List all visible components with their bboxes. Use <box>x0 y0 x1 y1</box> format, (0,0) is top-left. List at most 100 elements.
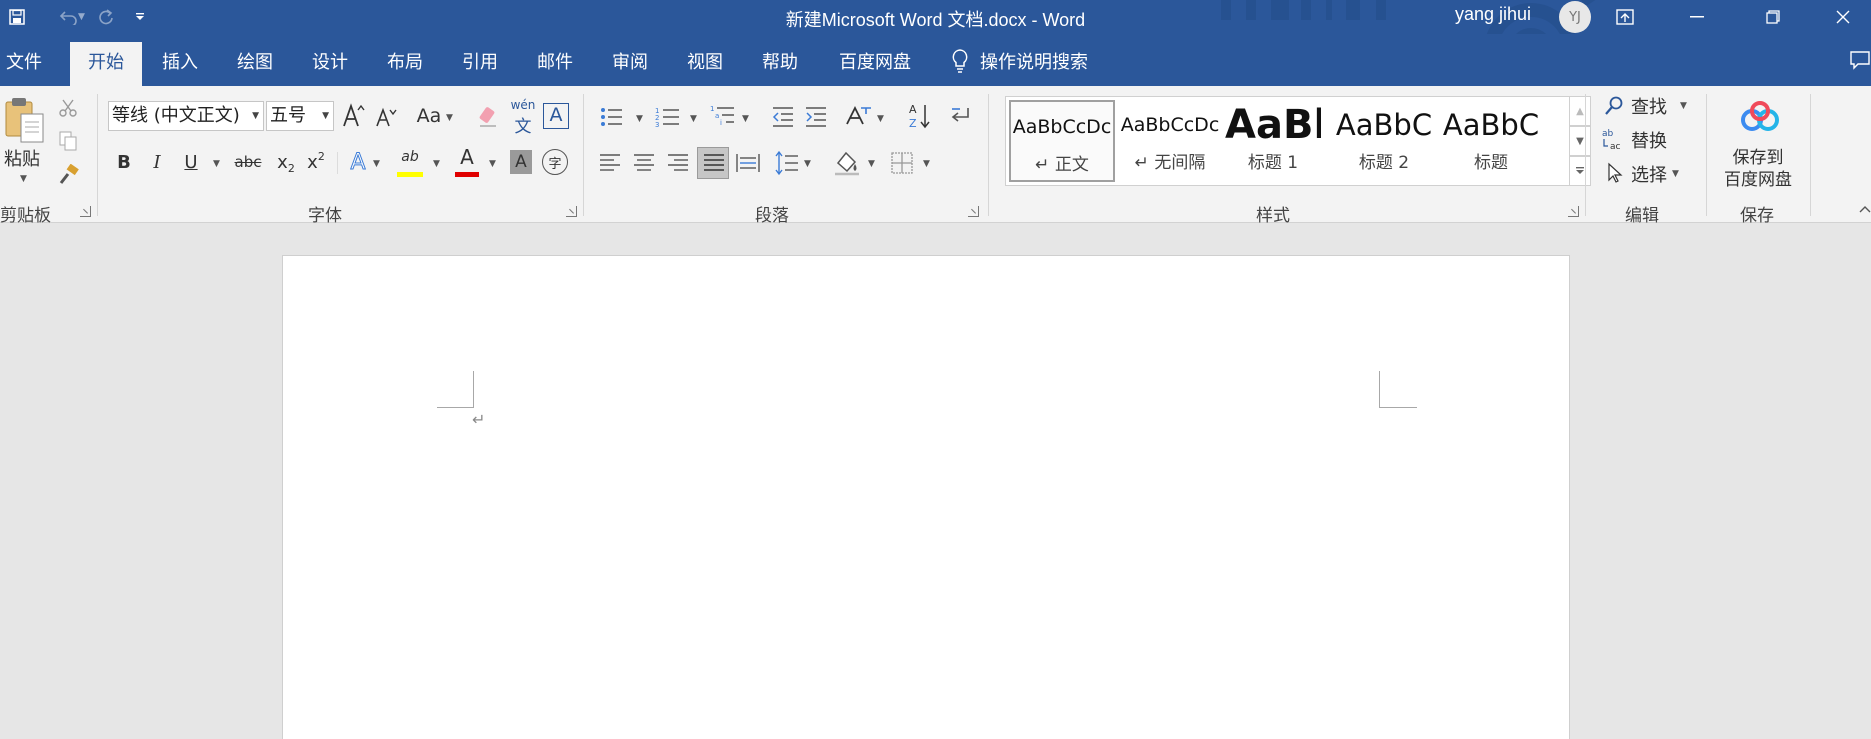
styles-dialog-launcher-icon[interactable] <box>1568 206 1579 217</box>
phonetic-guide-bottom[interactable]: 文 <box>508 112 538 137</box>
chevron-down-icon[interactable]: ▼ <box>742 114 749 124</box>
underline-button[interactable]: U <box>179 148 203 176</box>
copy-icon[interactable] <box>58 130 78 152</box>
grow-font-icon[interactable] <box>341 102 365 128</box>
collapse-ribbon-icon[interactable] <box>1858 204 1871 214</box>
style-heading-2[interactable]: AaBbC 标题 2 <box>1331 100 1437 182</box>
text-effects-button[interactable]: A <box>345 148 371 176</box>
justify-button[interactable] <box>697 147 729 179</box>
chevron-down-icon[interactable]: ▼ <box>433 159 440 169</box>
paste-icon[interactable] <box>3 96 47 146</box>
font-color-button[interactable]: A <box>453 144 481 170</box>
clipboard-dialog-launcher-icon[interactable] <box>80 206 91 217</box>
save-to-netdisk-line1[interactable]: 保存到 <box>1722 144 1794 168</box>
chevron-down-icon[interactable]: ▼ <box>446 113 453 123</box>
find-button[interactable]: 查找 <box>1628 94 1670 118</box>
sort-icon[interactable]: AZ <box>908 102 930 130</box>
character-shading-button[interactable]: A <box>510 150 532 174</box>
search-icon[interactable] <box>1604 96 1624 116</box>
close-icon[interactable] <box>1815 0 1871 34</box>
tab-baidu-netdisk[interactable]: 百度网盘 <box>830 42 920 86</box>
lightbulb-icon[interactable] <box>950 48 970 74</box>
superscript-button[interactable]: x2 <box>302 148 330 176</box>
comments-icon[interactable] <box>1849 50 1871 70</box>
chevron-down-icon[interactable]: ▼ <box>877 114 884 124</box>
restore-icon[interactable] <box>1745 0 1801 34</box>
chevron-down-icon[interactable]: ▼ <box>804 159 811 169</box>
paste-dropdown-icon[interactable]: ▼ <box>20 174 27 184</box>
chevron-down-icon[interactable]: ▼ <box>636 114 643 124</box>
numbering-icon[interactable]: 123 <box>655 106 681 128</box>
tell-me-search[interactable]: 操作说明搜索 <box>980 42 1110 86</box>
paste-button[interactable]: 粘贴 <box>0 146 44 170</box>
minimize-icon[interactable] <box>1669 0 1725 34</box>
replace-button[interactable]: 替换 <box>1628 128 1670 152</box>
tab-layout[interactable]: 布局 <box>375 42 435 86</box>
style-normal[interactable]: AaBbCcDc ↵ 正文 <box>1009 100 1115 182</box>
shading-icon[interactable] <box>833 149 861 177</box>
user-name[interactable]: yang jihui <box>1455 4 1531 25</box>
highlight-button[interactable]: ab <box>395 144 425 170</box>
bold-button[interactable]: B <box>112 148 136 176</box>
show-formatting-marks-icon[interactable] <box>948 105 972 127</box>
gallery-more-icon[interactable] <box>1569 156 1591 186</box>
clear-formatting-icon[interactable] <box>476 104 500 128</box>
save-to-netdisk-line2[interactable]: 百度网盘 <box>1718 166 1798 190</box>
line-spacing-icon[interactable] <box>775 150 799 176</box>
enclose-characters-button[interactable]: 字 <box>542 149 568 175</box>
borders-icon[interactable] <box>891 152 913 174</box>
baidu-netdisk-icon[interactable] <box>1738 100 1782 134</box>
paragraph-dialog-launcher-icon[interactable] <box>968 206 979 217</box>
style-heading-1[interactable]: AaBl 标题 1 <box>1225 100 1321 182</box>
chevron-down-icon[interactable]: ▼ <box>868 159 875 169</box>
character-border-button[interactable]: A <box>543 103 569 129</box>
change-case-button[interactable]: Aa <box>413 102 445 130</box>
increase-indent-icon[interactable] <box>804 106 828 128</box>
avatar[interactable]: YJ <box>1559 1 1591 33</box>
distributed-icon[interactable] <box>736 152 760 174</box>
tab-references[interactable]: 引用 <box>450 42 510 86</box>
tab-design[interactable]: 设计 <box>300 42 360 86</box>
italic-button[interactable]: I <box>145 148 169 176</box>
tab-insert[interactable]: 插入 <box>150 42 210 86</box>
tab-review[interactable]: 审阅 <box>600 42 660 86</box>
chevron-down-icon[interactable]: ▼ <box>373 159 380 169</box>
tab-help[interactable]: 帮助 <box>750 42 810 86</box>
chevron-down-icon[interactable]: ▼ <box>690 114 697 124</box>
style-title[interactable]: AaBbC 标题 <box>1439 100 1543 182</box>
font-name-combo[interactable]: 等线 (中文正文) ▼ <box>108 101 264 131</box>
shrink-font-icon[interactable] <box>375 106 397 128</box>
select-button[interactable]: 选择 <box>1628 162 1670 186</box>
tab-home[interactable]: 开始 <box>70 42 142 86</box>
tab-file[interactable]: 文件 <box>0 42 48 86</box>
align-left-icon[interactable] <box>599 153 621 173</box>
cursor-icon[interactable] <box>1606 162 1624 184</box>
document-page[interactable] <box>282 255 1570 739</box>
replace-icon[interactable]: ab ac <box>1602 127 1626 151</box>
chevron-down-icon[interactable]: ▼ <box>213 159 220 169</box>
tab-view[interactable]: 视图 <box>675 42 735 86</box>
chinese-layout-icon[interactable] <box>845 104 873 128</box>
style-no-spacing[interactable]: AaBbCcDc ↵ 无间隔 <box>1117 100 1223 182</box>
align-right-icon[interactable] <box>667 153 689 173</box>
font-dialog-launcher-icon[interactable] <box>566 206 577 217</box>
gallery-scroll-down-icon[interactable]: ▼ <box>1569 126 1591 156</box>
bullets-icon[interactable] <box>600 106 624 128</box>
tab-mailings[interactable]: 邮件 <box>525 42 585 86</box>
align-center-icon[interactable] <box>633 153 655 173</box>
chevron-down-icon[interactable]: ▼ <box>1680 101 1687 111</box>
phonetic-guide-top[interactable]: wén <box>508 98 538 112</box>
format-painter-icon[interactable] <box>58 164 80 186</box>
decrease-indent-icon[interactable] <box>771 106 795 128</box>
ribbon-display-options-icon[interactable] <box>1597 0 1653 34</box>
gallery-scroll-up-icon[interactable]: ▲ <box>1569 96 1591 126</box>
strikethrough-button[interactable]: abc <box>232 148 264 176</box>
font-size-combo[interactable]: 五号 ▼ <box>266 101 334 131</box>
chevron-down-icon[interactable]: ▼ <box>489 159 496 169</box>
tab-draw[interactable]: 绘图 <box>225 42 285 86</box>
chevron-down-icon[interactable]: ▼ <box>1672 169 1679 179</box>
cut-icon[interactable] <box>58 98 78 118</box>
chevron-down-icon[interactable]: ▼ <box>923 159 930 169</box>
subscript-button[interactable]: x2 <box>272 148 300 176</box>
multilevel-list-icon[interactable]: 1ai <box>710 104 738 128</box>
